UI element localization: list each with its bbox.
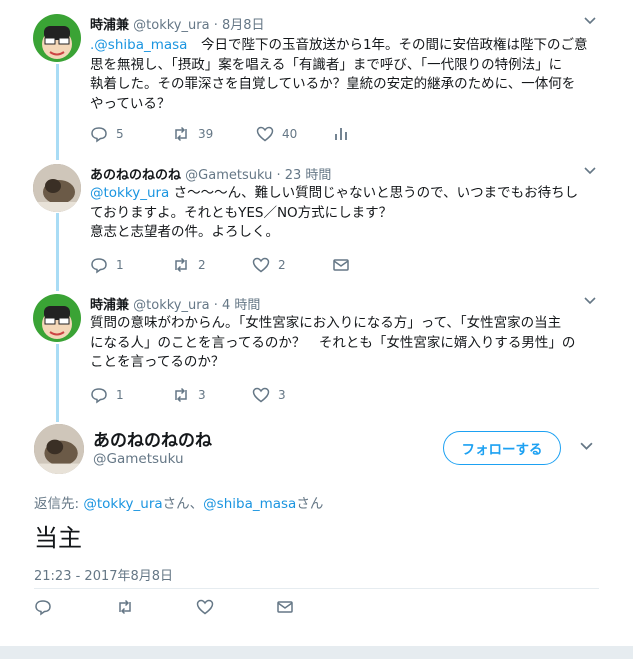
avatar[interactable] [34, 424, 84, 474]
reply-icon [91, 258, 107, 274]
chevron-down-icon[interactable] [584, 14, 596, 28]
reply-to-line: 返信先: @tokky_uraさん、@shiba_masaさん [34, 492, 323, 512]
like-button[interactable]: 2 [252, 256, 286, 274]
tweet-time[interactable]: · 23 時間 [276, 168, 331, 183]
reply-count: 1 [116, 388, 124, 402]
tweet-line: ことを言ってるのか？ [90, 354, 225, 370]
thread-line [56, 344, 59, 422]
reply-icon [91, 127, 107, 143]
direct-message-button[interactable] [332, 256, 350, 274]
like-button[interactable]: 40 [256, 125, 297, 143]
dm-icon [277, 601, 293, 613]
reply-to-prefix: 返信先: [34, 496, 84, 512]
tweet-line: 質問の意味がわからん。「女性宮家にお入りになる方」って、「女性宮家の当主 [90, 315, 562, 331]
mention-link[interactable]: @tokky_ura [90, 185, 169, 201]
reply-to-separator: さん、 [162, 496, 204, 512]
tweet-line: さ〜〜〜ん、難しい質問じゃないと思うので、いつまでもお待ちし [169, 185, 579, 201]
reply-button[interactable] [34, 598, 52, 616]
tweet-timestamp[interactable]: 21:23 - 2017年8月8日 [34, 565, 173, 584]
reply-count: 1 [116, 258, 124, 272]
like-icon [252, 257, 270, 273]
reply-button[interactable]: 1 [90, 256, 124, 274]
tweet-text: @tokky_ura さ〜〜〜ん、難しい質問じゃないと思うので、いつまでもお待ち… [90, 184, 610, 243]
reply-count: 5 [116, 127, 124, 141]
analytics-button[interactable] [332, 125, 350, 143]
user-name[interactable]: 時浦兼 [90, 298, 129, 313]
page-footer-band [0, 646, 633, 659]
user-handle[interactable]: @Gametsuku [185, 168, 272, 183]
dm-icon [333, 259, 349, 271]
retweet-button[interactable]: 3 [172, 386, 206, 404]
follow-button[interactable]: フォローする [443, 431, 561, 465]
like-icon [256, 126, 274, 142]
analytics-icon [335, 128, 347, 140]
avatar[interactable] [33, 294, 81, 342]
user-name[interactable]: 時浦兼 [90, 18, 129, 33]
retweet-icon [175, 387, 187, 403]
tweet-time[interactable]: · 4 時間 [214, 298, 261, 313]
thread-line [56, 213, 59, 291]
reply-to-suffix: さん [296, 496, 324, 512]
reply-button[interactable]: 1 [90, 386, 124, 404]
tweet-line: になる人」のことを言ってるのか？ それとも「女性宮家に婿入りする男性」の [90, 334, 576, 351]
like-button[interactable]: 3 [252, 386, 286, 404]
like-icon [196, 599, 214, 615]
chevron-down-icon[interactable] [584, 294, 596, 308]
mention-link[interactable]: @shiba_masa [203, 496, 296, 512]
like-icon [252, 387, 270, 403]
like-count: 3 [278, 388, 286, 402]
reply-icon [35, 600, 51, 616]
avatar[interactable] [33, 164, 81, 212]
like-count: 40 [282, 127, 298, 141]
like-button[interactable] [196, 598, 214, 616]
tweet-line: 思を無視し、「摂政」案を唱える「有識者」まで呼び、「一代限りの特例法」に [90, 56, 563, 73]
user-name[interactable]: あのねのねのね [90, 168, 181, 183]
tweet-line: やっている？ [90, 95, 171, 112]
tweet-header: 時浦兼 @tokky_ura · 8月8日 [90, 14, 265, 33]
tweet-header: 時浦兼 @tokky_ura · 4 時間 [90, 294, 260, 313]
user-name[interactable]: あのねのねのね [93, 426, 212, 451]
tweet-text: 質問の意味がわからん。「女性宮家にお入りになる方」って、「女性宮家の当主 になる… [90, 314, 610, 373]
avatar[interactable] [33, 14, 81, 62]
retweet-button[interactable]: 2 [172, 256, 206, 274]
retweet-icon [175, 257, 187, 273]
thread-line [56, 64, 59, 160]
direct-message-button[interactable] [276, 598, 294, 616]
tweet-time[interactable]: · 8月8日 [214, 18, 265, 33]
tweet-header: あのねのねのね @Gametsuku · 23 時間 [90, 164, 331, 183]
divider [34, 588, 599, 589]
retweet-icon [119, 599, 131, 615]
user-handle[interactable]: @tokky_ura [133, 298, 209, 313]
mention-link[interactable]: @tokky_ura [83, 496, 162, 512]
user-handle[interactable]: @Gametsuku [93, 451, 184, 467]
mention-link[interactable]: .@shiba_masa [90, 37, 187, 53]
reply-button[interactable]: 5 [90, 125, 124, 143]
retweet-count: 39 [198, 127, 214, 141]
retweet-count: 2 [198, 258, 206, 272]
tweet-line: 意志と志望者の件。よろしく。 [90, 224, 279, 240]
tweet-text: .@shiba_masa 今日で陛下の玉音放送から1年。その間に安倍政権は陛下の… [90, 36, 610, 114]
chevron-down-icon[interactable] [584, 164, 596, 178]
retweet-button[interactable] [116, 598, 134, 616]
tweet-line: 執着した。その罪深さを自覚しているか？皇統の安定的継承のために、一体何を [90, 76, 576, 92]
retweet-button[interactable]: 39 [172, 125, 213, 143]
chevron-down-icon[interactable] [580, 440, 593, 455]
tweet-line: ておりますよ。それともYES／NO方式にします？ [90, 204, 393, 221]
retweet-count: 3 [198, 388, 206, 402]
reply-icon [91, 388, 107, 404]
retweet-icon [175, 126, 187, 142]
main-tweet-text: 当主 [34, 524, 82, 552]
user-handle[interactable]: @tokky_ura [133, 18, 209, 33]
tweet-line: 今日で陛下の玉音放送から1年。その間に安倍政権は陛下のご意 [187, 37, 588, 53]
like-count: 2 [278, 258, 286, 272]
